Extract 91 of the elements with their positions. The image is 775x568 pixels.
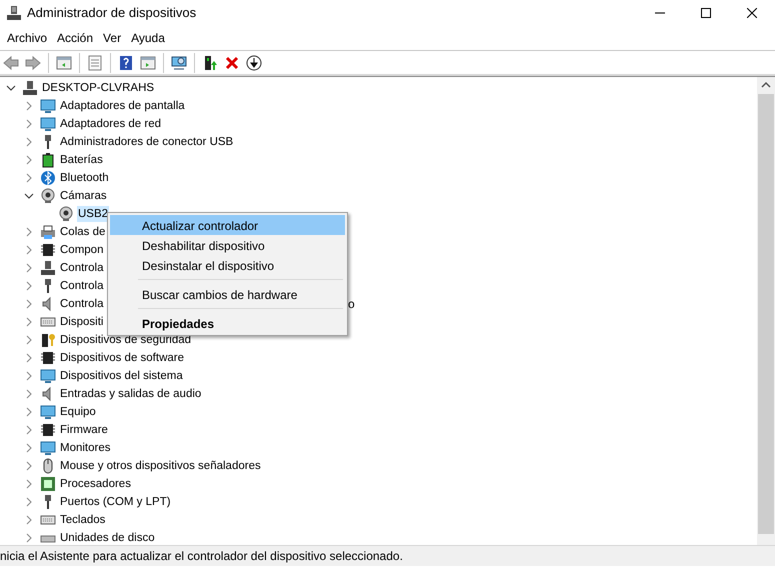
key-icon [40, 332, 56, 348]
webcam-icon [40, 188, 56, 204]
tree-item[interactable]: Firmware [59, 422, 109, 438]
tree-item[interactable]: Dispositivos de software [59, 350, 185, 366]
download-icon[interactable] [246, 54, 262, 70]
back-arrow-icon[interactable] [3, 54, 19, 70]
tree-item[interactable]: Adaptadores de pantalla [59, 98, 186, 114]
tree-item[interactable]: Controla [59, 296, 104, 312]
monitor-icon [40, 98, 56, 114]
tree-item[interactable]: Mouse y otros dispositivos señaladores [59, 458, 262, 474]
maximize-icon[interactable] [701, 8, 711, 18]
tree-item[interactable]: Dispositi [59, 314, 104, 330]
scrollbar-thumb[interactable] [757, 94, 775, 534]
expand-chevron-icon[interactable] [24, 479, 34, 489]
monitor-icon [40, 116, 56, 132]
menu-item[interactable]: Propiedades [110, 313, 345, 333]
processor-icon [40, 476, 56, 492]
expand-chevron-icon[interactable] [24, 263, 34, 273]
chip-icon [40, 422, 56, 438]
monitor-icon [40, 440, 56, 456]
properties-icon[interactable] [87, 54, 103, 70]
expand-chevron-icon[interactable] [24, 317, 34, 327]
expand-chevron-icon[interactable] [24, 425, 34, 435]
monitor-icon [40, 368, 56, 384]
menu-item[interactable]: Acción [52, 27, 98, 49]
collapse-chevron-icon[interactable] [24, 191, 34, 201]
tree-item[interactable]: USB2 [77, 206, 110, 222]
expand-chevron-icon[interactable] [24, 101, 34, 111]
tree-item[interactable]: Administradores de conector USB [59, 134, 234, 150]
tree-item[interactable]: Compon [59, 242, 104, 258]
tree-item[interactable]: Entradas y salidas de audio [59, 386, 202, 402]
tree-item[interactable]: DESKTOP-CLVRAHS [41, 80, 156, 96]
menu-item[interactable]: Desinstalar el dispositivo [110, 255, 345, 275]
computer-icon [6, 5, 22, 21]
tree-item[interactable]: Procesadores [59, 476, 132, 492]
tree-item[interactable]: Puertos (COM y LPT) [59, 494, 172, 510]
expand-chevron-icon[interactable] [24, 245, 34, 255]
expand-chevron-icon[interactable] [24, 497, 34, 507]
tree-item[interactable]: Dispositivos de seguridad [59, 332, 192, 348]
tree-item[interactable]: Unidades de disco [59, 530, 156, 546]
expand-chevron-icon[interactable] [24, 407, 34, 417]
forward-arrow-icon[interactable] [25, 54, 41, 70]
menu-item[interactable]: Buscar cambios de hardware [110, 284, 345, 304]
monitor-search-icon[interactable] [171, 54, 187, 70]
expand-chevron-icon[interactable] [24, 443, 34, 453]
tree-item[interactable]: Monitores [59, 440, 112, 456]
tree-item[interactable]: Colas de [59, 224, 106, 240]
menu-item[interactable]: Ver [98, 27, 126, 49]
monitor-icon [40, 404, 56, 420]
expand-chevron-icon[interactable] [24, 461, 34, 471]
bluetooth-icon [40, 170, 56, 186]
printer-icon [40, 224, 56, 240]
battery-icon [40, 152, 56, 168]
expand-chevron-icon[interactable] [24, 173, 34, 183]
tree-item[interactable]: Bluetooth [59, 170, 110, 186]
driver-update-icon[interactable] [202, 54, 218, 70]
panel-icon[interactable] [140, 54, 156, 70]
menu-item[interactable]: Ayuda [126, 27, 170, 49]
expand-chevron-icon[interactable] [24, 281, 34, 291]
tree-item[interactable]: Baterías [59, 152, 104, 168]
expand-chevron-icon[interactable] [24, 335, 34, 345]
tree-item[interactable]: Cámaras [59, 188, 108, 204]
tree-item[interactable]: Controla [59, 278, 104, 294]
expand-chevron-icon[interactable] [24, 389, 34, 399]
webcam-icon [58, 206, 74, 222]
expand-chevron-icon[interactable] [24, 353, 34, 363]
tree-item[interactable]: Adaptadores de red [59, 116, 162, 132]
chip-icon [40, 350, 56, 366]
tree-item[interactable]: Teclados [59, 512, 106, 528]
chip-icon [40, 242, 56, 258]
menu-item[interactable]: Archivo [2, 27, 52, 49]
menu-item[interactable]: Actualizar controlador [110, 215, 345, 235]
expand-chevron-icon[interactable] [24, 371, 34, 381]
tree-item[interactable]: Controla [59, 260, 104, 276]
expand-chevron-icon[interactable] [24, 119, 34, 129]
window-title: Administrador de dispositivos [27, 4, 198, 22]
status-text: nicia el Asistente para actualizar el controlador del dispositivo seleccionado. [0, 549, 403, 563]
expand-chevron-icon[interactable] [24, 299, 34, 309]
close-icon[interactable] [747, 8, 757, 18]
tree-item[interactable]: Dispositivos del sistema [59, 368, 184, 384]
panel-icon[interactable] [56, 54, 72, 70]
menu-item[interactable]: Deshabilitar dispositivo [110, 235, 345, 255]
expand-chevron-icon[interactable] [24, 137, 34, 147]
expand-chevron-icon[interactable] [24, 155, 34, 165]
expand-chevron-icon[interactable] [24, 227, 34, 237]
expand-chevron-icon[interactable] [24, 533, 34, 543]
collapse-chevron-icon[interactable] [6, 83, 16, 93]
help-icon[interactable] [118, 54, 134, 70]
expand-chevron-icon[interactable] [24, 515, 34, 525]
tree-item[interactable]: o [348, 295, 355, 313]
tree-item[interactable]: Equipo [59, 404, 97, 420]
